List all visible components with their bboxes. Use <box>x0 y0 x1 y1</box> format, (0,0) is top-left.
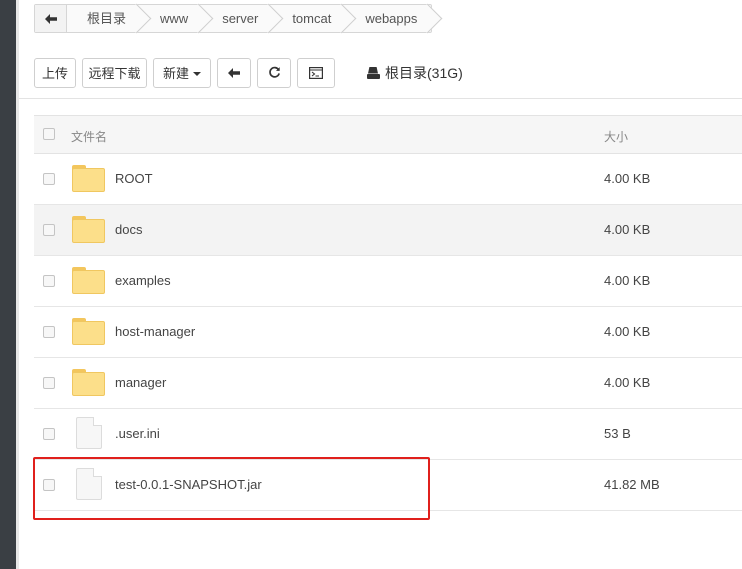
breadcrumb: 根目录 www server tomcat webapps <box>34 4 433 33</box>
file-name[interactable]: .user.ini <box>115 426 160 441</box>
table-row[interactable]: docs 4.00 KB <box>34 205 742 256</box>
file-name[interactable]: test-0.0.1-SNAPSHOT.jar <box>115 477 262 492</box>
back-button[interactable] <box>217 57 251 88</box>
remote-download-button[interactable]: 远程下载 <box>82 57 147 88</box>
column-header-name[interactable]: 文件名 <box>71 128 107 145</box>
terminal-button[interactable] <box>297 57 335 88</box>
file-size: 53 B <box>604 426 631 441</box>
row-checkbox[interactable] <box>43 428 55 440</box>
file-name[interactable]: manager <box>115 375 166 390</box>
row-checkbox[interactable] <box>43 173 55 185</box>
column-header-size[interactable]: 大小 <box>604 128 628 145</box>
toolbar-divider <box>19 98 742 99</box>
row-checkbox[interactable] <box>43 275 55 287</box>
table-row[interactable]: examples 4.00 KB <box>34 256 742 307</box>
upload-button[interactable]: 上传 <box>34 57 76 88</box>
disk-info: 根目录(31G) <box>367 63 463 83</box>
file-icon <box>76 417 102 449</box>
folder-icon <box>72 369 105 396</box>
folder-icon <box>72 165 105 192</box>
file-name[interactable]: ROOT <box>115 171 153 186</box>
breadcrumb-item-root[interactable]: 根目录 <box>67 5 140 32</box>
arrow-left-icon <box>44 13 57 24</box>
table-row[interactable]: manager 4.00 KB <box>34 358 742 409</box>
folder-icon <box>72 318 105 345</box>
select-all-checkbox[interactable] <box>43 128 55 140</box>
left-sidebar-edge <box>0 0 19 569</box>
file-table: 文件名 大小 ROOT 4.00 KB docs 4.00 KB example… <box>34 115 742 511</box>
breadcrumb-back-button[interactable] <box>35 5 67 32</box>
file-size: 4.00 KB <box>604 171 651 186</box>
row-checkbox[interactable] <box>43 224 55 236</box>
disk-label: 根目录(31G) <box>385 64 463 81</box>
folder-icon <box>72 267 105 294</box>
file-size: 4.00 KB <box>604 273 651 288</box>
file-size: 4.00 KB <box>604 222 651 237</box>
refresh-button[interactable] <box>257 57 291 88</box>
toolbar: 上传 远程下载 新建 根目录(31G) <box>34 57 463 88</box>
refresh-icon <box>268 66 280 78</box>
table-row[interactable]: .user.ini 53 B <box>34 409 742 460</box>
new-button-label: 新建 <box>162 66 189 81</box>
row-checkbox[interactable] <box>43 377 55 389</box>
file-icon <box>76 468 102 500</box>
file-name[interactable]: docs <box>115 222 142 237</box>
table-row[interactable]: host-manager 4.00 KB <box>34 307 742 358</box>
folder-icon <box>72 216 105 243</box>
table-row[interactable]: ROOT 4.00 KB <box>34 154 742 205</box>
table-row[interactable]: test-0.0.1-SNAPSHOT.jar 41.82 MB <box>34 460 742 511</box>
row-checkbox[interactable] <box>43 479 55 491</box>
new-dropdown-button[interactable]: 新建 <box>153 57 211 88</box>
file-size: 4.00 KB <box>604 375 651 390</box>
table-header: 文件名 大小 <box>34 116 742 154</box>
row-checkbox[interactable] <box>43 326 55 338</box>
file-size: 41.82 MB <box>604 477 660 492</box>
file-name[interactable]: examples <box>115 273 171 288</box>
caret-down-icon <box>193 71 201 76</box>
breadcrumb-item-webapps[interactable]: webapps <box>345 5 431 32</box>
file-name[interactable]: host-manager <box>115 324 195 339</box>
terminal-icon <box>309 66 323 79</box>
hdd-icon <box>367 67 381 79</box>
arrow-left-icon <box>228 67 240 78</box>
file-size: 4.00 KB <box>604 324 651 339</box>
file-manager: 根目录 www server tomcat webapps 上传 远程下载 新建… <box>19 0 742 569</box>
